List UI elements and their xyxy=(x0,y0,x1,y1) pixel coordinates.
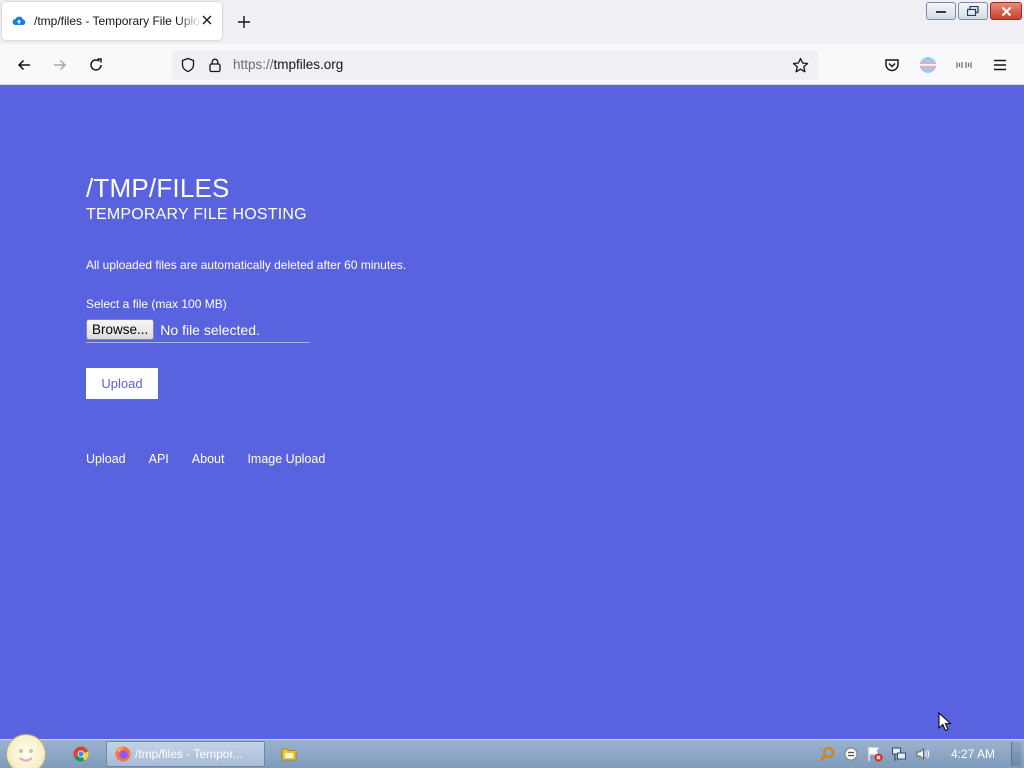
smiley-status-icon[interactable] xyxy=(842,745,860,763)
system-clock[interactable]: 4:27 AM xyxy=(951,747,995,761)
forward-arrow-icon[interactable] xyxy=(49,54,71,76)
url-host: tmpfiles.org xyxy=(273,57,344,72)
deletion-notice: All uploaded files are automatically del… xyxy=(86,258,407,272)
reload-icon[interactable] xyxy=(85,54,107,76)
chrome-icon[interactable] xyxy=(72,745,90,763)
firefox-icon xyxy=(115,746,131,762)
close-window-icon[interactable] xyxy=(990,2,1022,20)
address-bar[interactable]: https://tmpfiles.org xyxy=(172,50,818,80)
taskbar: /tmp/files - Tempor... 4:27 AM xyxy=(0,734,1024,768)
pocket-icon[interactable] xyxy=(881,54,903,76)
footer-link-image-upload[interactable]: Image Upload xyxy=(247,452,325,466)
network-icon[interactable] xyxy=(890,745,908,763)
taskbar-item-label: /tmp/files - Tempor... xyxy=(135,747,243,761)
url-scheme: https:// xyxy=(233,57,274,72)
menu-hamburger-icon[interactable] xyxy=(989,54,1011,76)
action-center-flag-icon[interactable] xyxy=(866,745,884,763)
account-avatar-icon[interactable] xyxy=(917,54,939,76)
page-content: /TMP/FILES TEMPORARY FILE HOSTING All up… xyxy=(0,85,1024,739)
volume-icon[interactable] xyxy=(914,745,932,763)
smiley-logo-icon xyxy=(19,749,33,762)
footer-nav: Upload API About Image Upload xyxy=(86,452,348,466)
mouse-cursor-icon xyxy=(938,712,952,732)
tab-strip: /tmp/files - Temporary File Upload xyxy=(0,0,1024,44)
footer-link-upload[interactable]: Upload xyxy=(86,452,126,466)
tracking-shield-icon[interactable] xyxy=(177,54,199,76)
page-title: /TMP/FILES xyxy=(86,173,230,203)
navigation-toolbar: https://tmpfiles.org xyxy=(0,44,1024,85)
url-text[interactable]: https://tmpfiles.org xyxy=(233,57,343,72)
file-status-text: No file selected. xyxy=(160,321,260,338)
file-input-label: Select a file (max 100 MB) xyxy=(86,297,227,311)
browse-button[interactable]: Browse... xyxy=(86,319,155,340)
restore-icon[interactable] xyxy=(958,2,988,20)
extension-icon[interactable] xyxy=(953,54,975,76)
upload-button[interactable]: Upload xyxy=(86,368,158,399)
close-tab-icon[interactable] xyxy=(200,13,214,27)
cloud-upload-icon xyxy=(12,14,26,28)
minimize-icon[interactable] xyxy=(926,2,956,20)
footer-link-api[interactable]: API xyxy=(149,452,169,466)
search-icon[interactable] xyxy=(818,745,836,763)
page-subtitle: TEMPORARY FILE HOSTING xyxy=(86,206,307,223)
start-menu-button[interactable] xyxy=(6,734,46,768)
footer-link-about[interactable]: About xyxy=(192,452,225,466)
back-arrow-icon[interactable] xyxy=(13,54,35,76)
window-controls xyxy=(926,2,1022,20)
taskbar-item-firefox[interactable]: /tmp/files - Tempor... xyxy=(106,741,265,767)
folder-icon[interactable] xyxy=(280,745,298,763)
tab-title: /tmp/files - Temporary File Upload xyxy=(34,14,202,28)
lock-icon[interactable] xyxy=(204,54,226,76)
tab-tmpfiles[interactable]: /tmp/files - Temporary File Upload xyxy=(2,2,222,40)
file-input[interactable]: Browse... No file selected. xyxy=(86,317,310,343)
bookmark-star-icon[interactable] xyxy=(789,54,811,76)
show-desktop-button[interactable] xyxy=(1011,742,1021,766)
new-tab-icon[interactable] xyxy=(234,12,254,32)
